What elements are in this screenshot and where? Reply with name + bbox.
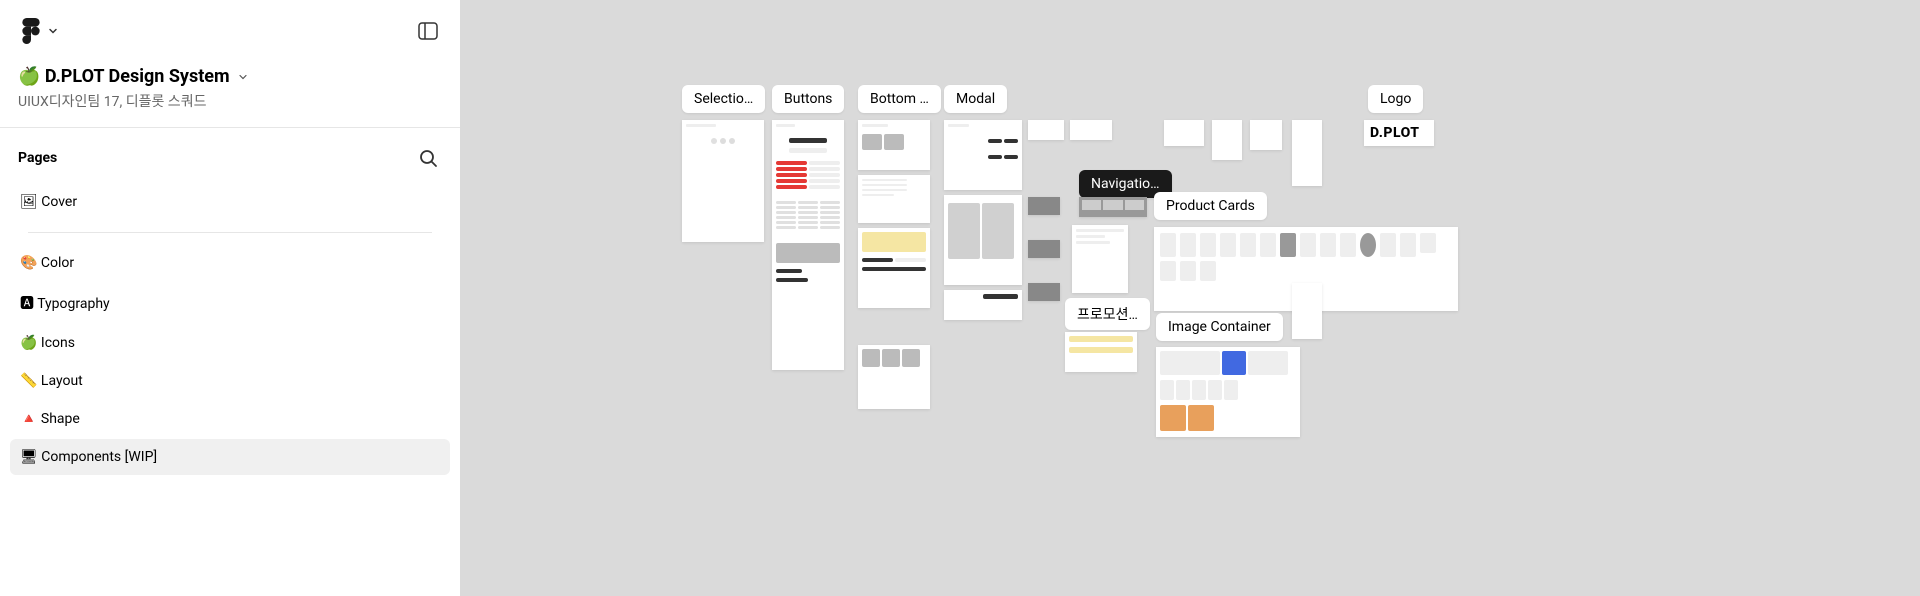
frame-nav-dark-3[interactable] (1028, 283, 1060, 301)
pages-heading: Pages (18, 150, 57, 166)
frame-label-selection[interactable]: Selectio… (682, 85, 765, 113)
figma-logo-icon (22, 18, 40, 44)
sidebar-panel-icon (418, 22, 438, 40)
frame-modal-2[interactable] (944, 195, 1022, 285)
search-icon (418, 148, 438, 168)
frame-label-bottom[interactable]: Bottom … (858, 85, 941, 113)
frame-small-tr-2[interactable] (1212, 120, 1242, 160)
page-item[interactable]: 🖼 Cover (10, 184, 450, 220)
frame-small-3[interactable] (1072, 225, 1128, 293)
frame-bottom-4[interactable] (858, 345, 930, 409)
frame-label-modal[interactable]: Modal (944, 85, 1007, 113)
canvas[interactable]: Selectio… Buttons (460, 0, 1920, 596)
frame-nav-dark-1[interactable] (1028, 197, 1060, 215)
page-item[interactable]: 🎨 Color (10, 245, 450, 281)
frame-nav-dark-2[interactable] (1028, 240, 1060, 258)
panel-toggle-button[interactable] (414, 18, 442, 44)
frame-small-tr-1[interactable] (1164, 120, 1204, 146)
frame-label-buttons[interactable]: Buttons (772, 85, 844, 113)
frame-small-tr-4[interactable] (1292, 120, 1322, 186)
frame-small-tr-3[interactable] (1250, 120, 1282, 150)
page-item[interactable]: 🅰 Typography (10, 283, 450, 323)
file-header: 🍏 D.PLOT Design System UIUX디자인팀 17, 디플롯 … (0, 62, 460, 128)
frame-navigation-bar[interactable] (1079, 197, 1147, 217)
page-item[interactable]: 📏 Layout (10, 363, 450, 399)
frame-modal-1[interactable] (944, 120, 1022, 190)
chevron-down-icon (48, 26, 58, 36)
frame-small-tr-5[interactable] (1292, 283, 1322, 339)
frame-modal-3[interactable] (944, 290, 1022, 320)
search-pages-button[interactable] (414, 144, 442, 172)
frame-image-container[interactable] (1156, 347, 1300, 437)
logo-text: D.PLOT (1364, 121, 1426, 145)
frame-bottom-3[interactable] (858, 228, 930, 308)
frame-promotion[interactable] (1065, 332, 1137, 372)
frame-logo[interactable]: D.PLOT (1364, 120, 1434, 146)
frame-label-product-cards[interactable]: Product Cards (1154, 192, 1267, 220)
page-list: 🖼 Cover 🎨 Color🅰 Typography🍏 Icons📏 Layou… (0, 184, 460, 477)
file-title[interactable]: 🍏 D.PLOT Design System (18, 66, 230, 87)
chevron-down-icon[interactable] (238, 72, 248, 82)
frame-selection-controls[interactable] (682, 120, 764, 242)
page-item[interactable]: 🍏 Icons (10, 325, 450, 361)
page-separator (28, 232, 432, 233)
frame-label-logo[interactable]: Logo (1368, 85, 1423, 113)
frame-bottom-1[interactable] (858, 120, 930, 170)
frame-label-image-container[interactable]: Image Container (1156, 313, 1283, 341)
page-item[interactable]: 🖥 Components [WIP] (10, 439, 450, 475)
pages-section: Pages (0, 128, 460, 184)
frame-label-promotion[interactable]: 프로모션… (1065, 298, 1150, 330)
file-subtitle: UIUX디자인팀 17, 디플롯 스쿼드 (18, 91, 442, 111)
page-item[interactable]: 🔺 Shape (10, 401, 450, 437)
main-menu-button[interactable] (18, 14, 62, 48)
frame-small-2[interactable] (1070, 120, 1112, 140)
sidebar: 🍏 D.PLOT Design System UIUX디자인팀 17, 디플롯 … (0, 0, 460, 596)
frame-small-1[interactable] (1028, 120, 1064, 140)
top-bar (0, 0, 460, 62)
frame-buttons[interactable] (772, 120, 844, 370)
frame-bottom-2[interactable] (858, 175, 930, 223)
